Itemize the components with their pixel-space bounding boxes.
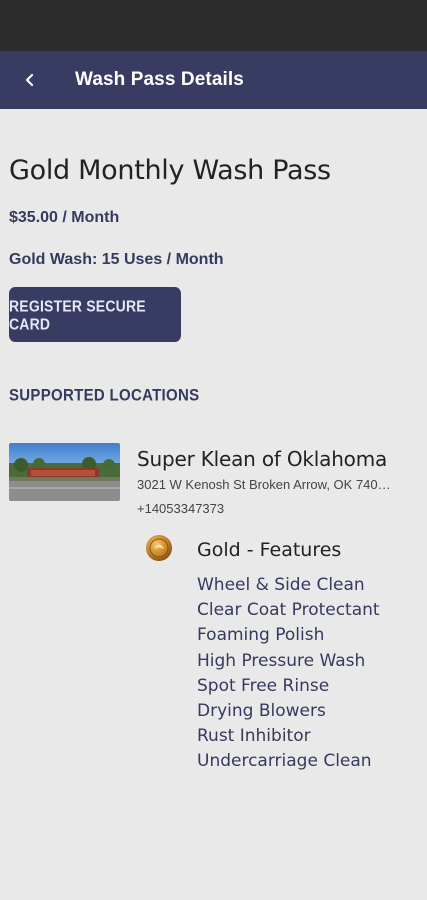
feature-item: Spot Free Rinse — [197, 675, 330, 696]
features-list: Wheel & Side Clean Clear Coat Protectant… — [197, 573, 380, 775]
chevron-left-icon — [25, 73, 34, 87]
feature-item: High Pressure Wash — [197, 650, 366, 671]
tier-features-title: Gold - Features — [197, 539, 342, 561]
pass-uses: Gold Wash: 15 Uses / Month — [9, 251, 224, 268]
register-secure-card-button[interactable]: REGISTER SECURE CARD — [9, 287, 181, 342]
page-title: Wash Pass Details — [75, 69, 244, 90]
location-name: Super Klean of Oklahoma — [137, 447, 388, 471]
location-phone[interactable]: +14053347373 — [137, 501, 224, 516]
gold-medal-icon — [145, 534, 173, 562]
app-bar: Wash Pass Details — [0, 51, 427, 109]
feature-item: Rust Inhibitor — [197, 726, 311, 747]
supported-locations-heading: SUPPORTED LOCATIONS — [9, 386, 200, 405]
location-photo[interactable] — [9, 443, 120, 501]
back-button[interactable] — [0, 51, 60, 109]
pass-details: Gold Monthly Wash Pass $35.00 / Month Go… — [0, 109, 427, 900]
feature-item: Clear Coat Protectant — [197, 600, 380, 621]
feature-item: Foaming Polish — [197, 625, 325, 646]
location-address: 3021 W Kenosh St Broken Arrow, OK 740… — [137, 477, 391, 492]
pass-name: Gold Monthly Wash Pass — [9, 155, 331, 186]
feature-item: Wheel & Side Clean — [197, 575, 365, 595]
feature-item: Drying Blowers — [197, 700, 326, 721]
feature-item: Undercarriage Clean — [197, 751, 372, 772]
status-bar — [0, 0, 427, 51]
pass-price: $35.00 / Month — [9, 209, 120, 226]
